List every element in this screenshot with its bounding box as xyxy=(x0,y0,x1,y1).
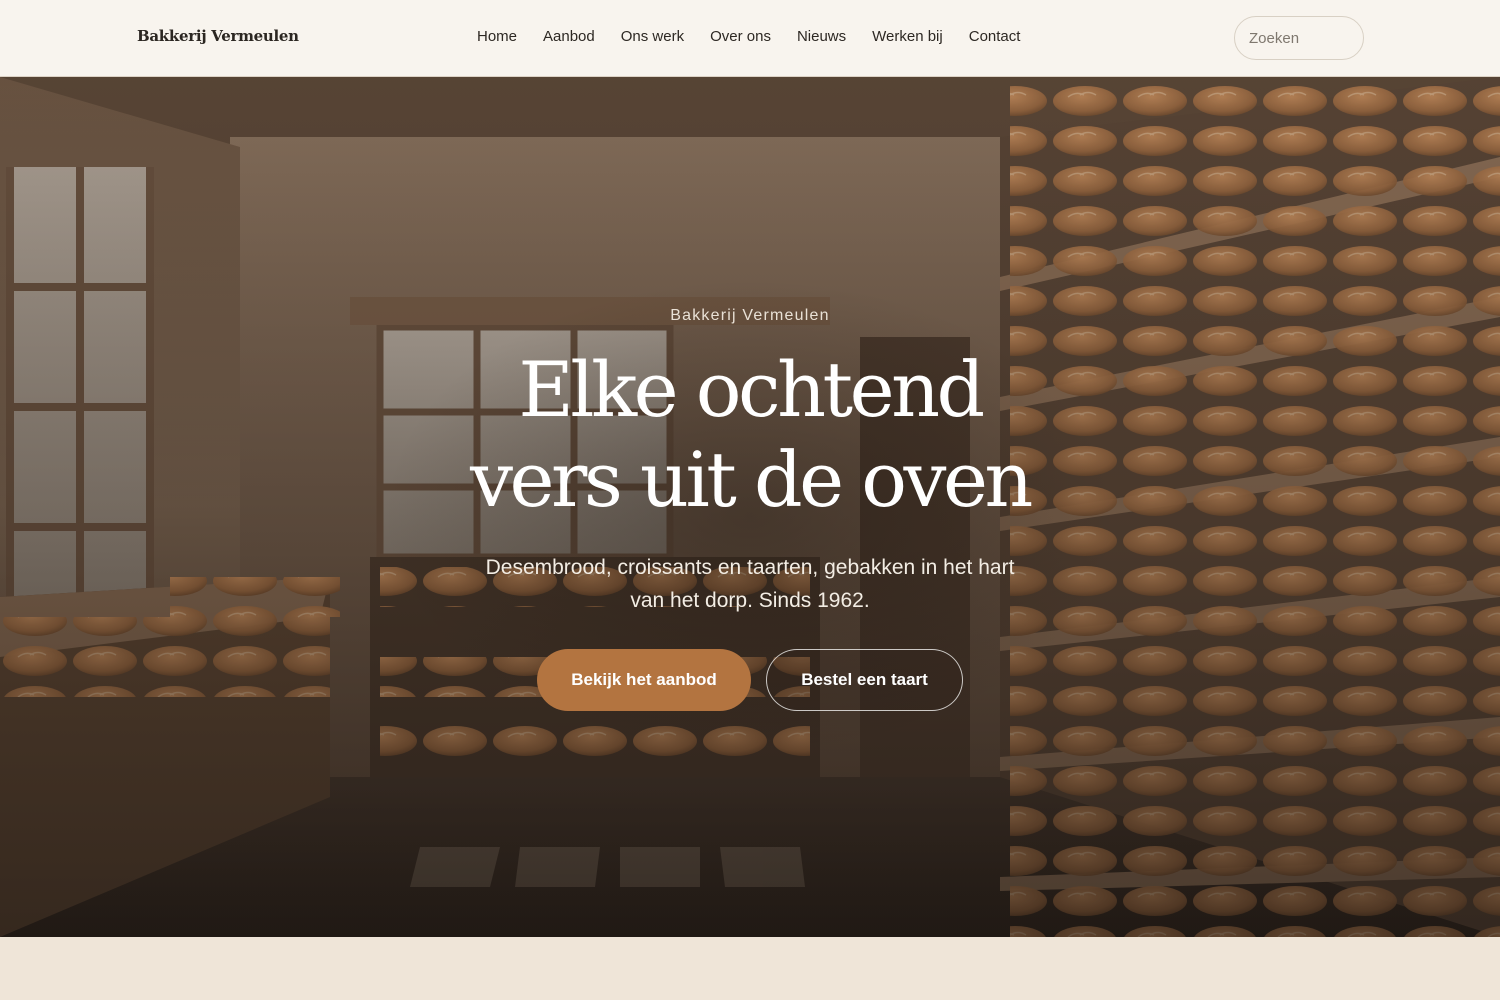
hero-title-line-2: vers uit de oven xyxy=(470,435,1033,524)
nav-link-nieuws[interactable]: Nieuws xyxy=(797,28,846,45)
main-nav: Home Aanbod Ons werk Over ons Nieuws Wer… xyxy=(477,28,1020,45)
site-logo[interactable]: Bakkerij Vermeulen xyxy=(137,27,299,45)
site-header: Bakkerij Vermeulen Home Aanbod Ons werk … xyxy=(0,0,1500,77)
nav-link-aanbod[interactable]: Aanbod xyxy=(543,28,595,45)
hero-eyebrow: Bakkerij Vermeulen xyxy=(670,307,830,324)
hero-subtitle-line-2: van het dorp. Sinds 1962. xyxy=(630,589,870,612)
hero-subtitle: Desembrood, croissants en taarten, gebak… xyxy=(460,551,1040,617)
nav-link-ons-werk[interactable]: Ons werk xyxy=(621,28,684,45)
hero-title: Elke ochtend vers uit de oven xyxy=(0,345,1500,525)
nav-link-home[interactable]: Home xyxy=(477,28,517,45)
nav-link-over-ons[interactable]: Over ons xyxy=(710,28,771,45)
view-offer-button[interactable]: Bekijk het aanbod xyxy=(537,649,751,711)
order-cake-button[interactable]: Bestel een taart xyxy=(766,649,963,711)
nav-link-werken-bij[interactable]: Werken bij xyxy=(872,28,943,45)
hero-subtitle-line-1: Desembrood, croissants en taarten, gebak… xyxy=(485,556,1015,579)
search-input[interactable] xyxy=(1234,16,1364,60)
nav-link-contact[interactable]: Contact xyxy=(969,28,1021,45)
hero-section: Bakkerij Vermeulen Elke ochtend vers uit… xyxy=(0,77,1500,937)
next-section xyxy=(0,937,1500,1000)
hero-title-line-1: Elke ochtend xyxy=(518,345,985,434)
